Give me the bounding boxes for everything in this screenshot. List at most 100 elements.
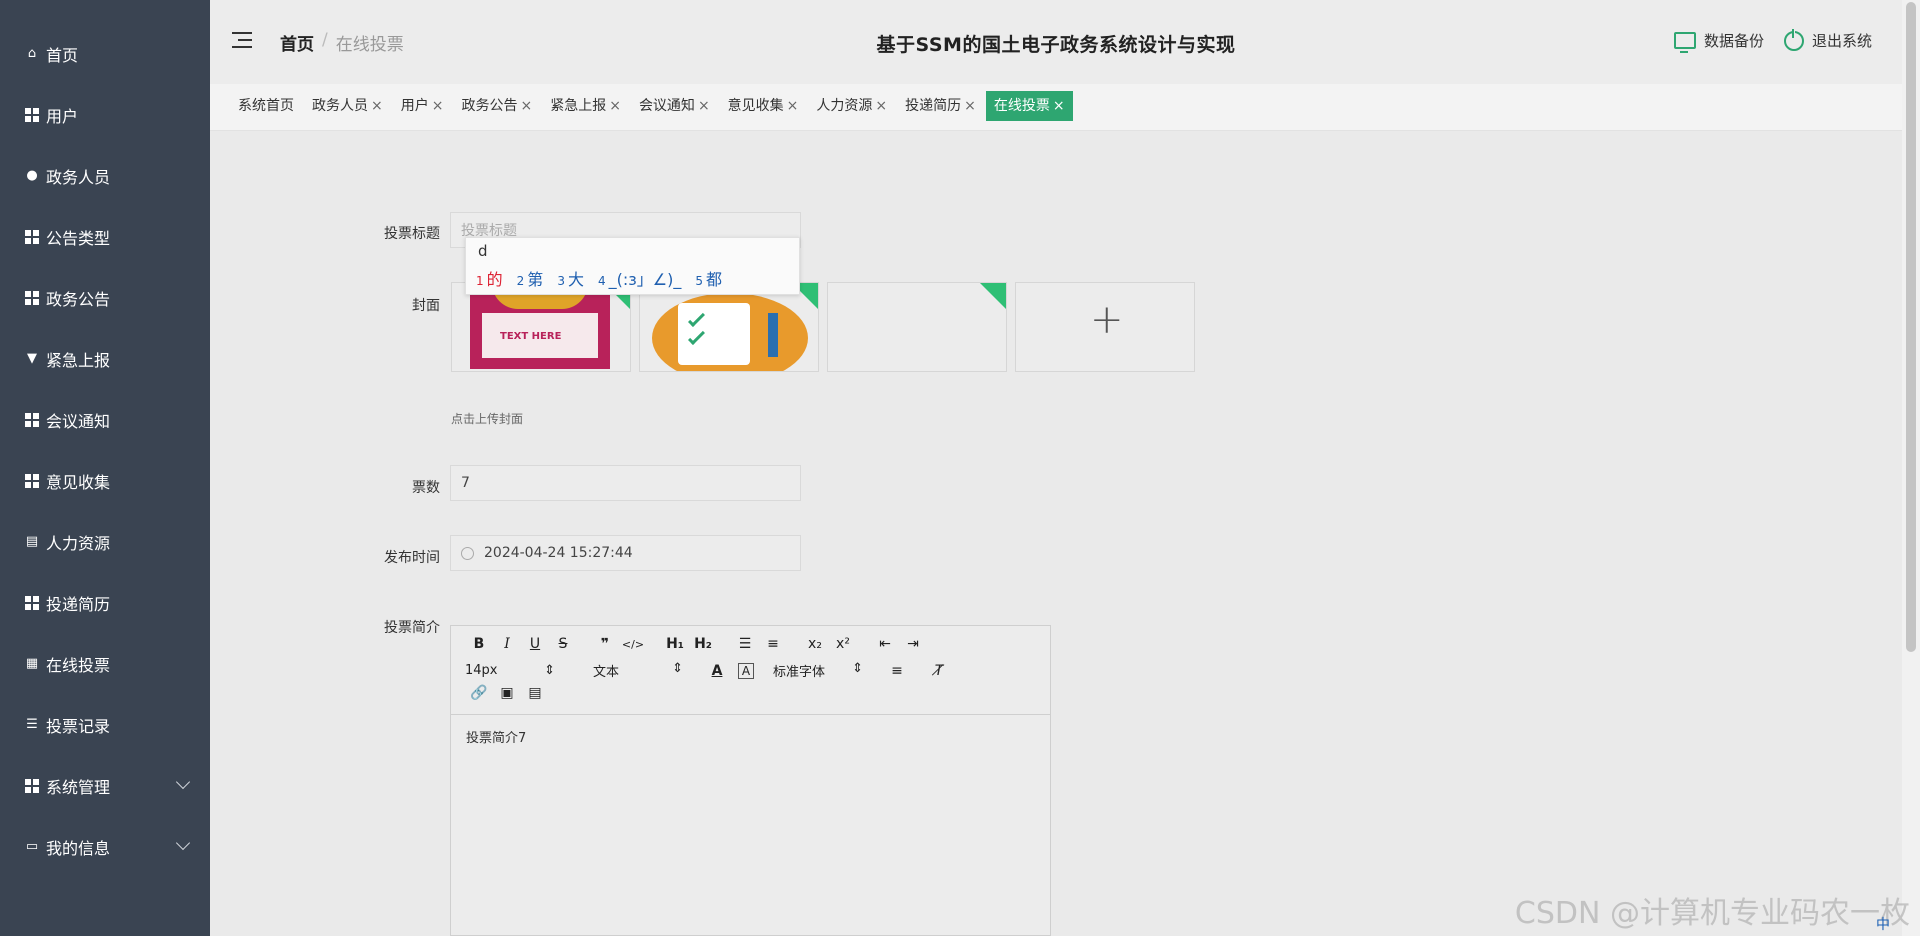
sidebar-item-2[interactable]: ● 政务人员 — [0, 145, 210, 206]
block-type-select[interactable]: 文本 ⇕ — [593, 661, 683, 680]
plus-icon: + — [1090, 297, 1124, 343]
clear-format-icon[interactable]: T̸ — [925, 663, 953, 679]
sidebar-item-3[interactable]: 公告类型 — [0, 206, 210, 267]
tab-6[interactable]: 意见收集 × — [720, 91, 807, 121]
ime-candidate[interactable]: 2第 — [517, 266, 544, 290]
sidebar-item-label: 用户 — [46, 106, 79, 126]
sidebar-item-label: 紧急上报 — [46, 350, 111, 370]
ordered-list-icon[interactable]: ☰ — [731, 636, 759, 652]
scrollbar-thumb[interactable] — [1906, 2, 1916, 652]
ime-candidate-text: 大 — [567, 270, 584, 289]
font-size-select[interactable]: 14px ⇕ — [465, 663, 555, 678]
cover-image-2[interactable] — [639, 282, 819, 372]
top-header: 首页 / 在线投票 基于SSM的国土电子政务系统设计与实现 数据备份 退出系统 — [210, 0, 1902, 84]
sidebar-item-10[interactable]: ▦ 在线投票 — [0, 633, 210, 694]
close-icon[interactable]: × — [698, 98, 710, 114]
chevron-down-icon — [175, 774, 191, 790]
logout-label: 退出系统 — [1811, 32, 1872, 50]
heading2-button[interactable]: H₂ — [689, 636, 717, 652]
cover-image-1[interactable]: TEXT HERE — [451, 282, 631, 372]
page-scrollbar[interactable] — [1902, 0, 1920, 936]
subscript-button[interactable]: x₂ — [801, 636, 829, 652]
cover-image-3[interactable] — [827, 282, 1007, 372]
sidebar-item-11[interactable]: ☰ 投票记录 — [0, 694, 210, 755]
votes-label: 票数 — [412, 480, 440, 496]
ime-mode-indicator[interactable]: 中 — [1876, 914, 1890, 934]
tab-7[interactable]: 人力资源 × — [808, 91, 895, 121]
close-icon[interactable]: × — [875, 98, 887, 114]
close-icon[interactable]: × — [964, 98, 976, 114]
tab-1[interactable]: 政务人员 × — [304, 91, 391, 121]
pin-icon: ▼ — [27, 351, 37, 366]
ime-candidate[interactable]: 3大 — [557, 266, 584, 290]
tab-8[interactable]: 投递简历 × — [897, 91, 984, 121]
indent-icon[interactable]: ⇥ — [899, 636, 927, 652]
clipboard-icon: ▤ — [25, 534, 39, 549]
sidebar-item-8[interactable]: ▤ 人力资源 — [0, 511, 210, 572]
strike-button[interactable]: S — [549, 636, 577, 652]
rich-text-editor: B I U S ❞ </> H₁ H₂ ☰ ≡ x₂ x² ⇤ ⇥ 14px ⇕ … — [450, 625, 1051, 936]
votes-input[interactable]: 7 — [450, 465, 801, 501]
close-icon[interactable]: × — [432, 98, 444, 114]
sidebar-item-12[interactable]: 系统管理 — [0, 755, 210, 816]
power-icon — [1783, 28, 1804, 51]
close-icon[interactable]: × — [371, 98, 383, 114]
sidebar-item-13[interactable]: ▭ 我的信息 — [0, 816, 210, 877]
table-icon: ▦ — [25, 656, 39, 671]
sidebar-item-label: 在线投票 — [46, 655, 111, 675]
text-color-button[interactable]: A — [703, 663, 731, 679]
sidebar-item-1[interactable]: 用户 — [0, 84, 210, 145]
sidebar-item-0[interactable]: ⌂ 首页 — [0, 23, 210, 84]
tab-0[interactable]: 系统首页 — [230, 91, 302, 121]
heading1-button[interactable]: H₁ — [661, 636, 689, 652]
tab-5[interactable]: 会议通知 × — [631, 91, 718, 121]
tab-label: 投递简历 — [905, 98, 962, 114]
sidebar-item-7[interactable]: 意见收集 — [0, 450, 210, 511]
clock-icon — [461, 546, 474, 560]
grid-icon — [24, 229, 40, 245]
sidebar-item-4[interactable]: 政务公告 — [0, 267, 210, 328]
background-color-button[interactable]: A — [738, 662, 754, 679]
ime-candidate[interactable]: 5都 — [695, 266, 722, 290]
align-icon[interactable]: ≡ — [883, 663, 911, 679]
close-icon[interactable]: × — [1053, 98, 1065, 114]
ime-candidate[interactable]: 4 _(:з」∠)_ — [598, 266, 681, 290]
code-block-icon[interactable]: </> — [619, 638, 647, 651]
tab-label: 意见收集 — [727, 98, 784, 114]
superscript-button[interactable]: x² — [829, 636, 857, 652]
publish-time-input[interactable]: 2024-04-24 15:27:44 — [450, 535, 801, 571]
close-icon[interactable]: × — [787, 98, 799, 114]
bullet-list-icon[interactable]: ≡ — [759, 636, 787, 652]
sidebar-item-label: 系统管理 — [46, 777, 111, 797]
intro-label: 投票简介 — [384, 620, 440, 636]
backup-button[interactable]: 数据备份 — [1673, 30, 1764, 53]
sidebar-item-label: 公告类型 — [46, 228, 111, 248]
selected-corner — [980, 283, 1006, 309]
bold-button[interactable]: B — [465, 636, 493, 652]
ime-candidate-popup: d 1 的 2 第 3 大 4 _(:з」∠)_ 5 都 — [465, 237, 800, 295]
editor-body[interactable]: 投票简介7 — [451, 715, 1050, 758]
italic-button[interactable]: I — [493, 636, 521, 652]
ime-candidate[interactable]: 1的 — [476, 266, 503, 290]
image-icon[interactable]: ▣ — [493, 685, 521, 701]
sidebar-item-6[interactable]: 会议通知 — [0, 389, 210, 450]
tab-3[interactable]: 政务公告 × — [453, 91, 540, 121]
block-type-value: 文本 — [593, 665, 620, 680]
tab-label: 政务公告 — [461, 98, 518, 114]
tab-label: 会议通知 — [638, 98, 695, 114]
close-icon[interactable]: × — [520, 98, 532, 114]
sidebar-item-9[interactable]: 投递简历 — [0, 572, 210, 633]
close-icon[interactable]: × — [609, 98, 621, 114]
logout-button[interactable]: 退出系统 — [1783, 28, 1872, 51]
cover-upload-button[interactable]: + — [1015, 282, 1195, 372]
outdent-icon[interactable]: ⇤ — [871, 636, 899, 652]
font-family-select[interactable]: 标准字体 ⇕ — [773, 661, 863, 680]
tab-4[interactable]: 紧急上报 × — [542, 91, 629, 121]
video-icon[interactable]: ▤ — [521, 685, 549, 701]
tab-9[interactable]: 在线投票 × — [985, 91, 1073, 121]
link-icon[interactable]: 🔗 — [465, 685, 493, 701]
sidebar-item-5[interactable]: ▼ 紧急上报 — [0, 328, 210, 389]
tab-2[interactable]: 用户 × — [393, 91, 452, 121]
blockquote-icon[interactable]: ❞ — [591, 636, 619, 652]
underline-button[interactable]: U — [521, 636, 549, 652]
